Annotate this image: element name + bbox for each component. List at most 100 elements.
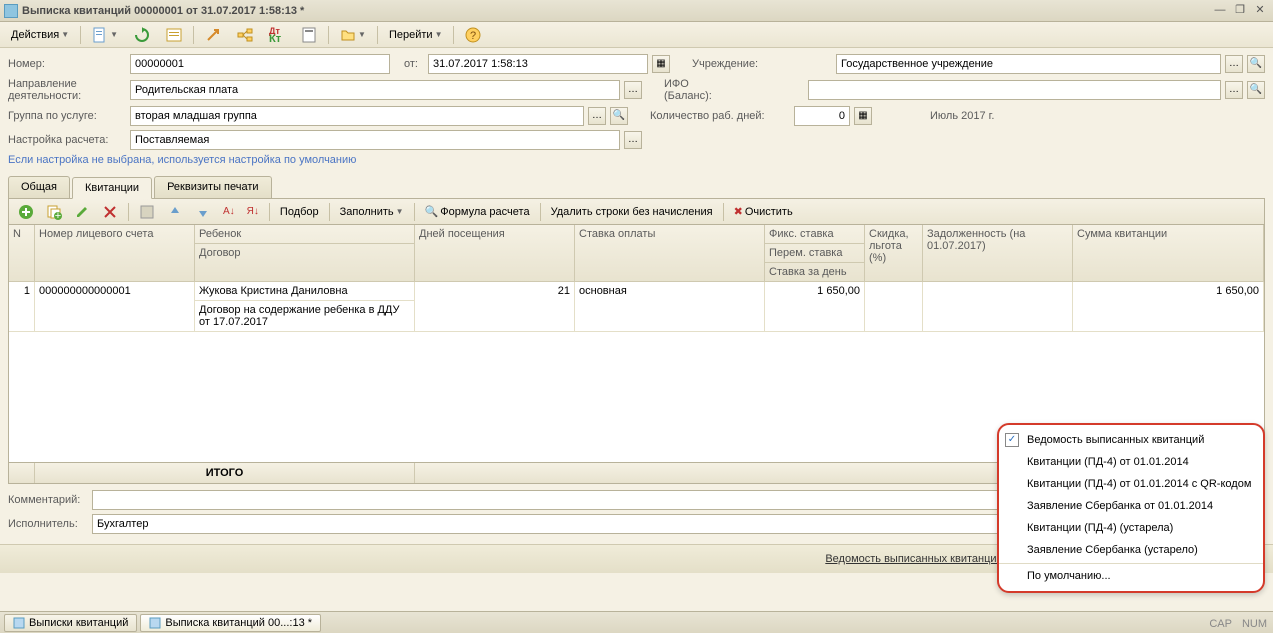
- cell-contract: Договор на содержание ребенка в ДДУ от 1…: [195, 300, 414, 331]
- col-sum[interactable]: Сумма квитанции: [1073, 225, 1264, 282]
- sort-asc[interactable]: А↓: [218, 204, 240, 219]
- group-select[interactable]: …: [588, 107, 606, 125]
- popup-item-sber[interactable]: Заявление Сбербанка от 01.01.2014: [999, 495, 1263, 517]
- clear-button[interactable]: ✖ Очистить: [729, 203, 798, 220]
- from-label: от:: [404, 58, 424, 70]
- group-search[interactable]: 🔍: [610, 107, 628, 125]
- group-input[interactable]: вторая младшая группа: [130, 106, 584, 126]
- ifo-search[interactable]: 🔍: [1247, 81, 1265, 99]
- setting-hint: Если настройка не выбрана, используется …: [8, 154, 1265, 166]
- goto-menu[interactable]: Перейти▼: [382, 26, 450, 44]
- col-n[interactable]: N: [9, 225, 35, 282]
- calendar-button[interactable]: ▦: [652, 55, 670, 73]
- cell-child[interactable]: Жукова Кристина Даниловна: [195, 282, 414, 300]
- actions-label: Действия: [11, 29, 59, 41]
- popup-item-pd4-old[interactable]: Квитанции (ПД-4) (устарела): [999, 517, 1263, 539]
- tab-print-req[interactable]: Реквизиты печати: [154, 176, 271, 198]
- toolbar-btn-6[interactable]: [294, 24, 324, 46]
- col-child[interactable]: Ребенок Договор: [195, 225, 415, 282]
- popup-item-pd4[interactable]: Квитанции (ПД-4) от 01.01.2014: [999, 451, 1263, 473]
- delete-empty-button[interactable]: Удалить строки без начисления: [546, 204, 718, 220]
- move-down[interactable]: [190, 202, 216, 222]
- svg-text:+: +: [55, 210, 61, 220]
- workdays-input[interactable]: 0: [794, 106, 850, 126]
- comment-label: Комментарий:: [8, 494, 88, 506]
- date-input[interactable]: 31.07.2017 1:58:13: [428, 54, 648, 74]
- toggle-view[interactable]: [134, 202, 160, 222]
- popup-item-pd4-qr[interactable]: Квитанции (ПД-4) от 01.01.2014 с QR-кодо…: [999, 473, 1263, 495]
- toolbar-btn-2[interactable]: [127, 24, 157, 46]
- edit-row[interactable]: [69, 202, 95, 222]
- direction-select[interactable]: …: [624, 81, 642, 99]
- toolbar-btn-dk[interactable]: ДтКт: [262, 24, 292, 46]
- tab-receipts[interactable]: Квитанции: [72, 177, 152, 199]
- pick-button[interactable]: Подбор: [275, 204, 324, 220]
- dk-icon: ДтКт: [269, 27, 285, 43]
- toolbar-btn-3[interactable]: [159, 24, 189, 46]
- popup-item-default[interactable]: По умолчанию...: [999, 563, 1263, 587]
- ifo-select[interactable]: …: [1225, 81, 1243, 99]
- structure-icon: [237, 27, 253, 43]
- sort-desc[interactable]: Я↓: [242, 204, 264, 219]
- delete-row[interactable]: [97, 202, 123, 222]
- print-link[interactable]: Ведомость выписанных квитанций: [825, 553, 1002, 565]
- doc-icon: [13, 617, 25, 629]
- doc-icon: [92, 27, 108, 43]
- toolbar-btn-5[interactable]: [230, 24, 260, 46]
- col-account[interactable]: Номер лицевого счета: [35, 225, 195, 282]
- col-debt[interactable]: Задолженность (на 01.07.2017): [923, 225, 1073, 282]
- ifo-label: ИФО (Баланс):: [664, 78, 736, 102]
- institution-select[interactable]: …: [1225, 55, 1243, 73]
- total-label: ИТОГО: [35, 463, 415, 483]
- num-indicator: NUM: [1242, 618, 1267, 630]
- fill-button[interactable]: Заполнить▼: [335, 204, 409, 220]
- toolbar-btn-1[interactable]: ▼: [85, 24, 125, 46]
- sub-toolbar: + А↓ Я↓ Подбор Заполнить▼ 🔍 Формула расч…: [8, 198, 1265, 224]
- tab-general[interactable]: Общая: [8, 176, 70, 198]
- add-row[interactable]: [13, 202, 39, 222]
- number-input[interactable]: 00000001: [130, 54, 390, 74]
- col-rate[interactable]: Ставка оплаты: [575, 225, 765, 282]
- taskbar-item-2[interactable]: Выписка квитанций 00...:13 *: [140, 614, 321, 632]
- taskbar: Выписки квитанций Выписка квитанций 00..…: [0, 611, 1273, 633]
- taskbar-item-1[interactable]: Выписки квитанций: [4, 614, 137, 632]
- grid-header: N Номер лицевого счета Ребенок Договор Д…: [9, 225, 1264, 282]
- main-toolbar: Действия▼ ▼ ДтКт ▼ Перейти▼ ?: [0, 22, 1273, 48]
- col-fix[interactable]: Фикс. ставка Перем. ставка Ставка за ден…: [765, 225, 865, 282]
- list-icon: [166, 27, 182, 43]
- svg-text:?: ?: [470, 30, 476, 42]
- institution-label: Учреждение:: [692, 58, 764, 70]
- form-area: Номер: 00000001 от: 31.07.2017 1:58:13 ▦…: [0, 48, 1273, 172]
- formula-button[interactable]: 🔍 Формула расчета: [420, 203, 535, 220]
- print-menu-popup: ✓Ведомость выписанных квитанций Квитанци…: [997, 423, 1265, 593]
- search-icon: 🔍: [425, 205, 439, 218]
- executor-label: Исполнитель:: [8, 518, 88, 530]
- minimize-button[interactable]: —: [1211, 3, 1229, 19]
- workdays-calc[interactable]: ▦: [854, 107, 872, 125]
- popup-item-sber-old[interactable]: Заявление Сбербанка (устарело): [999, 539, 1263, 561]
- institution-input[interactable]: Государственное учреждение: [836, 54, 1221, 74]
- actions-menu[interactable]: Действия▼: [4, 26, 76, 44]
- setting-input[interactable]: Поставляемая: [130, 130, 620, 150]
- ifo-input[interactable]: [808, 80, 1221, 100]
- direction-input[interactable]: Родительская плата: [130, 80, 620, 100]
- popup-item-vedomost[interactable]: ✓Ведомость выписанных квитанций: [999, 429, 1263, 451]
- institution-search[interactable]: 🔍: [1247, 55, 1265, 73]
- copy-row[interactable]: +: [41, 202, 67, 222]
- col-days[interactable]: Дней посещения: [415, 225, 575, 282]
- check-icon: ✓: [1005, 433, 1019, 447]
- toolbar-btn-4[interactable]: [198, 24, 228, 46]
- setting-label: Настройка расчета:: [8, 134, 126, 146]
- table-row[interactable]: 1 000000000000001 Жукова Кристина Данило…: [9, 282, 1264, 332]
- help-button[interactable]: ?: [458, 24, 488, 46]
- maximize-button[interactable]: ❐: [1231, 3, 1249, 19]
- toolbar-btn-7[interactable]: ▼: [333, 24, 373, 46]
- move-up[interactable]: [162, 202, 188, 222]
- col-discount[interactable]: Скидка, льгота (%): [865, 225, 923, 282]
- direction-label: Направление деятельности:: [8, 78, 126, 102]
- group-label: Группа по услуге:: [8, 110, 126, 122]
- setting-select[interactable]: …: [624, 131, 642, 149]
- report-icon: [301, 27, 317, 43]
- help-icon: ?: [465, 27, 481, 43]
- close-button[interactable]: ✕: [1251, 3, 1269, 19]
